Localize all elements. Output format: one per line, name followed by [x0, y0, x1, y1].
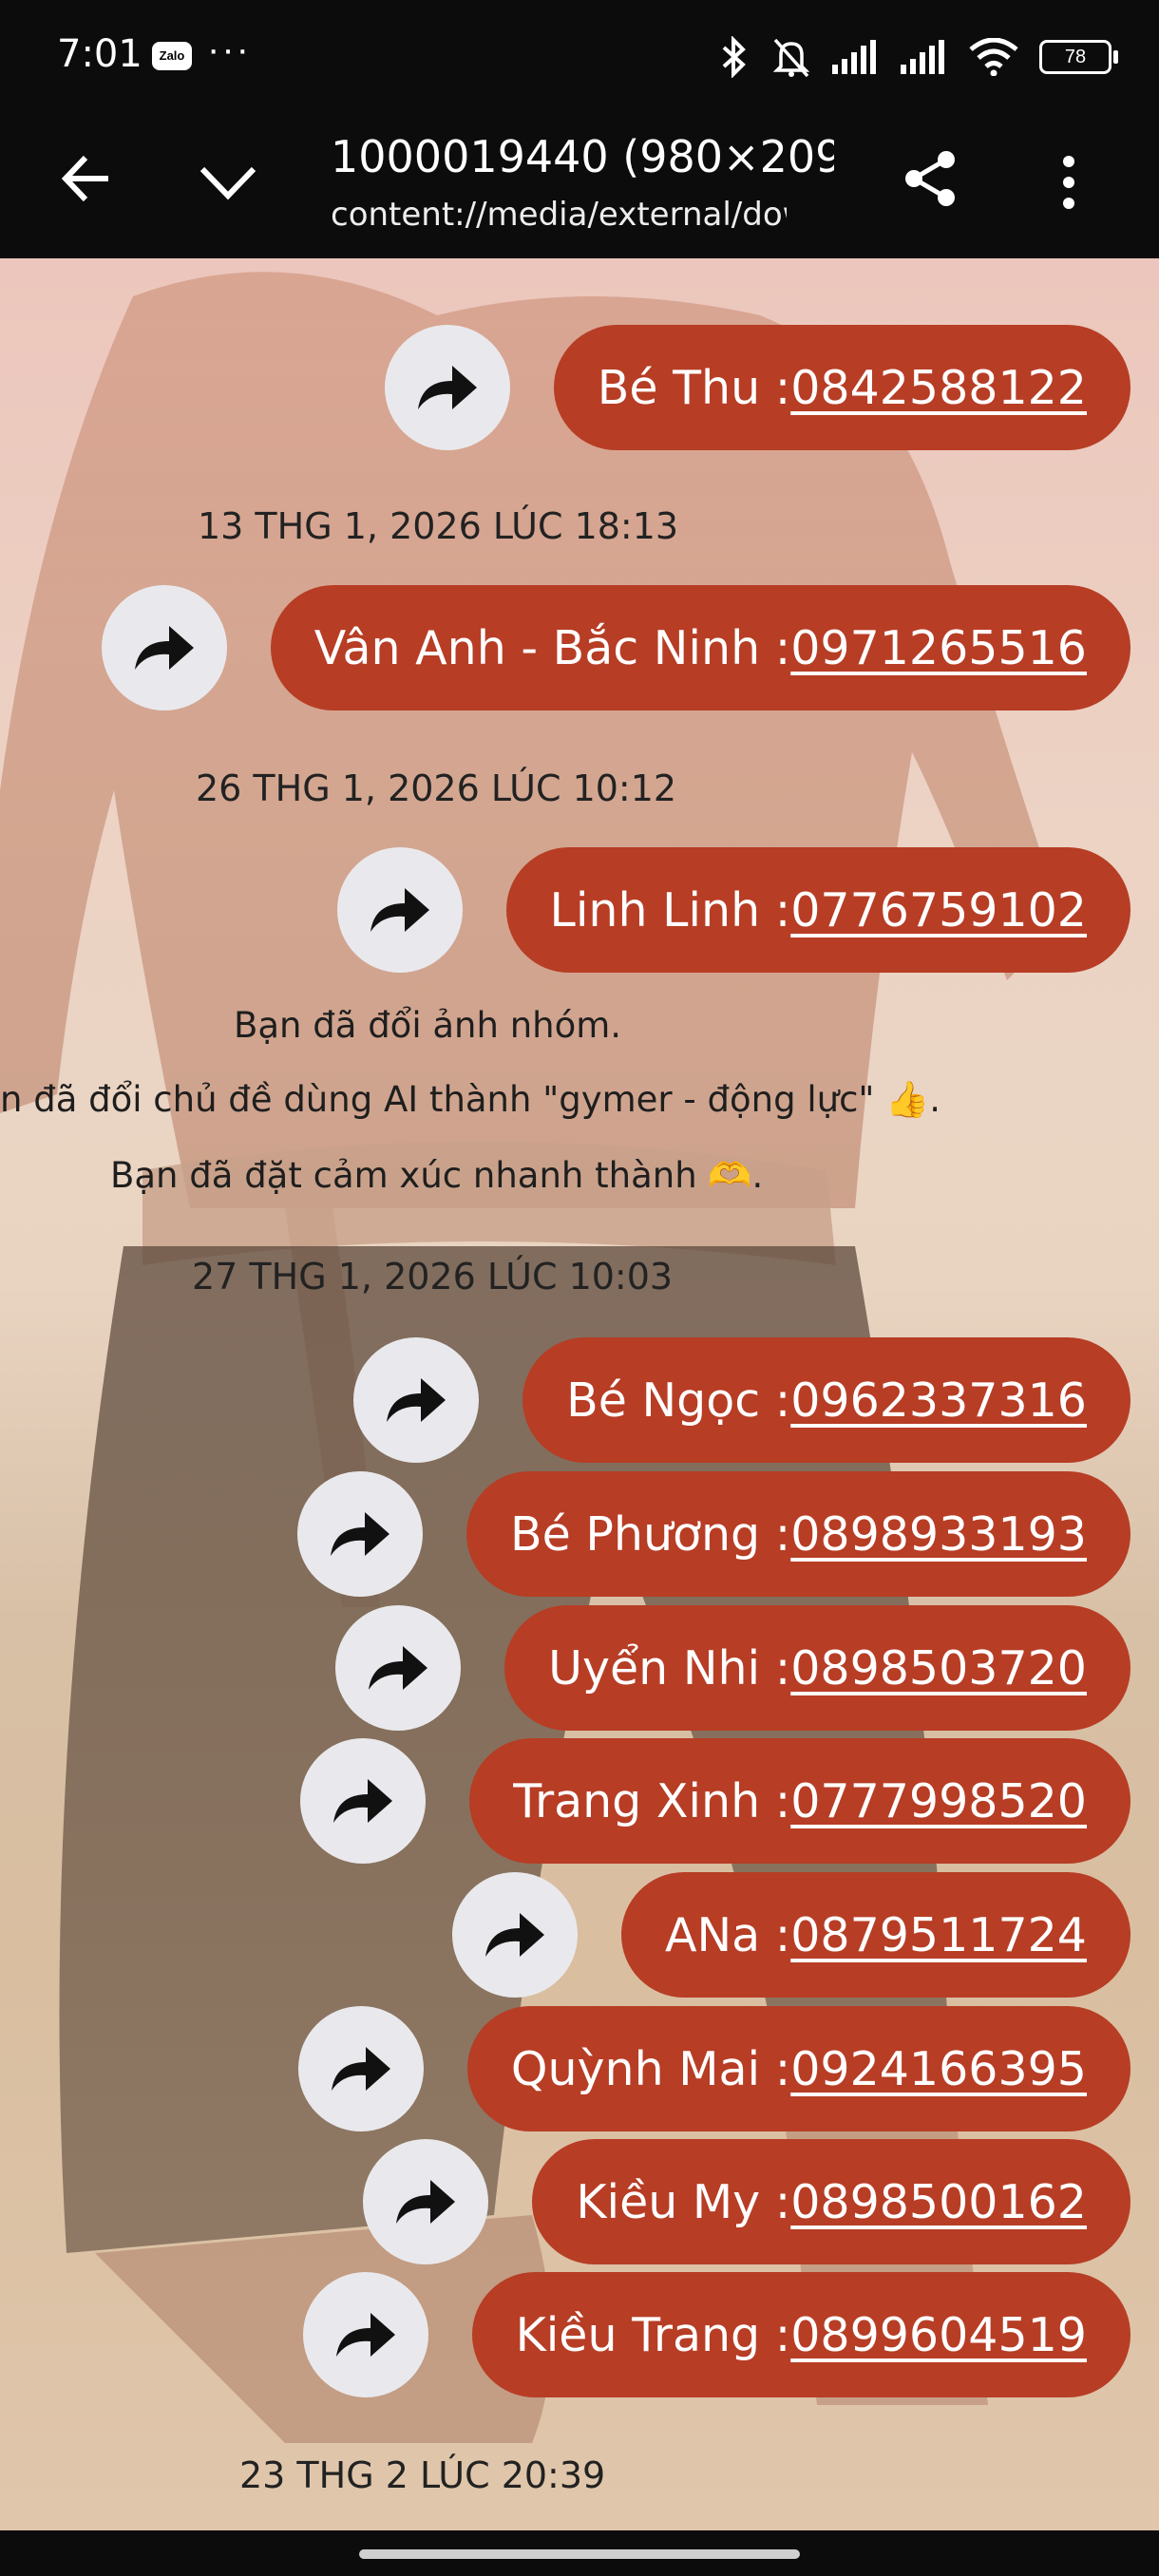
forward-arrow-icon [484, 1913, 544, 1957]
message-bubble[interactable]: Uyển Nhi : 0898503720 [504, 1605, 1130, 1731]
phone-link[interactable]: 0777998520 [790, 1774, 1087, 1828]
signal-icon [901, 40, 944, 74]
date-separator: 26 THG 1, 2026 LÚC 10:12 [196, 767, 677, 809]
contact-name: Vân Anh - Bắc Ninh : [314, 620, 791, 675]
system-message: n đã đổi chủ đề dùng AI thành "gymer - đ… [0, 1079, 941, 1120]
message-row: Quỳnh Mai : 0924166395 [297, 2006, 1130, 2131]
forward-arrow-icon [333, 1779, 393, 1823]
forward-button[interactable] [363, 2139, 489, 2264]
forward-button[interactable] [451, 1872, 578, 1998]
forward-arrow-icon [396, 2180, 456, 2224]
system-message: Bạn đã đặt cảm xúc nhanh thành 🫶. [110, 1155, 764, 1196]
contact-name: Quỳnh Mai : [510, 2041, 791, 2096]
phone-link[interactable]: 0962337316 [790, 1373, 1087, 1428]
status-bar: 7:01 Zalo ··· 78 [0, 0, 1159, 116]
bluetooth-icon [722, 36, 746, 78]
message-bubble[interactable]: Trang Xinh : 0777998520 [469, 1738, 1130, 1864]
navigation-bar [0, 2530, 1159, 2576]
contact-name: Linh Linh : [549, 882, 791, 938]
date-separator: 27 THG 1, 2026 LÚC 10:03 [192, 1256, 674, 1297]
battery-icon: 78 [1039, 40, 1118, 74]
status-time: 7:01 [57, 32, 142, 76]
forward-arrow-icon [335, 2313, 395, 2357]
message-row: ANa : 0879511724 [451, 1872, 1130, 1998]
forward-button[interactable] [101, 585, 227, 710]
forward-arrow-icon [331, 2047, 390, 2091]
zalo-notification-icon: Zalo [152, 42, 192, 70]
message-bubble[interactable]: Kiều Trang : 0899604519 [471, 2272, 1130, 2397]
forward-arrow-icon [370, 888, 429, 932]
forward-arrow-icon [331, 1512, 390, 1556]
message-row: Kiều Trang : 0899604519 [302, 2272, 1130, 2397]
forward-button[interactable] [384, 325, 510, 450]
contact-name: Bé Phương : [510, 1506, 791, 1562]
forward-button[interactable] [297, 1471, 423, 1597]
image-viewer[interactable]: Bé Thu : 0842588122 13 THG 1, 2026 LÚC 1… [0, 258, 1159, 2530]
phone-link[interactable]: 0898500162 [790, 2175, 1087, 2229]
share-icon[interactable] [901, 148, 961, 209]
file-path: content://media/external/down [331, 196, 787, 234]
contact-name: Kiều Trang : [515, 2307, 791, 2362]
back-arrow-icon[interactable] [59, 150, 116, 207]
message-row: Trang Xinh : 0777998520 [300, 1738, 1130, 1864]
message-bubble[interactable]: Bé Thu : 0842588122 [553, 325, 1130, 450]
chevron-down-icon[interactable] [195, 154, 261, 211]
contact-name: Trang Xinh : [513, 1773, 791, 1828]
message-row: Bé Phương : 0898933193 [297, 1471, 1130, 1597]
phone-link[interactable]: 0898933193 [790, 1507, 1087, 1562]
app-bar: 1000019440 (980×209... content://media/e… [0, 116, 1159, 258]
message-bubble[interactable]: Vân Anh - Bắc Ninh :0971265516 [270, 585, 1130, 710]
forward-button[interactable] [353, 1337, 480, 1463]
forward-button[interactable] [297, 2006, 424, 2131]
forward-arrow-icon [387, 1378, 446, 1422]
message-row: Bé Thu : 0842588122 [384, 325, 1130, 450]
phone-link[interactable]: 0776759102 [790, 883, 1087, 938]
contact-name: ANa : [664, 1907, 791, 1962]
phone-link[interactable]: 0879511724 [790, 1908, 1087, 1962]
bell-off-icon [772, 38, 810, 78]
message-bubble[interactable]: Quỳnh Mai : 0924166395 [466, 2006, 1130, 2131]
contact-name: Bé Ngọc : [566, 1373, 791, 1428]
message-row: Linh Linh : 0776759102 [336, 847, 1130, 973]
home-gesture-handle[interactable] [359, 2549, 800, 2559]
date-separator: 13 THG 1, 2026 LÚC 18:13 [198, 505, 679, 547]
contact-name: Kiều My : [576, 2174, 791, 2229]
forward-arrow-icon [417, 366, 477, 409]
forward-button[interactable] [336, 847, 463, 973]
contact-name: Uyển Nhi : [548, 1640, 791, 1695]
forward-arrow-icon [369, 1646, 428, 1690]
more-notifications-icon: ··· [207, 28, 251, 70]
file-title: 1000019440 (980×209... [331, 131, 834, 182]
date-separator: 23 THG 2 LÚC 20:39 [239, 2454, 606, 2496]
phone-link[interactable]: 0899604519 [790, 2308, 1087, 2362]
forward-button[interactable] [335, 1605, 462, 1731]
message-bubble[interactable]: Linh Linh : 0776759102 [505, 847, 1130, 973]
message-row: Uyển Nhi : 0898503720 [335, 1605, 1130, 1731]
phone-link[interactable]: 0971265516 [790, 621, 1087, 675]
message-row: Vân Anh - Bắc Ninh :0971265516 [101, 585, 1130, 710]
message-row: Bé Ngọc : 0962337316 [353, 1337, 1130, 1463]
forward-button[interactable] [302, 2272, 428, 2397]
wifi-icon [969, 38, 1018, 76]
more-vert-icon[interactable] [1050, 154, 1088, 211]
message-row: Kiều My : 0898500162 [363, 2139, 1130, 2264]
system-message: Bạn đã đổi ảnh nhóm. [234, 1005, 622, 1046]
message-bubble[interactable]: Bé Ngọc : 0962337316 [522, 1337, 1130, 1463]
phone-link[interactable]: 0898503720 [790, 1641, 1087, 1695]
forward-arrow-icon [134, 626, 194, 670]
message-bubble[interactable]: Kiều My : 0898500162 [532, 2139, 1130, 2264]
message-bubble[interactable]: ANa : 0879511724 [620, 1872, 1130, 1998]
forward-button[interactable] [300, 1738, 427, 1864]
phone-link[interactable]: 0924166395 [790, 2042, 1087, 2096]
contact-name: Bé Thu : [597, 360, 791, 415]
message-bubble[interactable]: Bé Phương : 0898933193 [466, 1471, 1130, 1597]
signal-icon [832, 40, 876, 74]
phone-link[interactable]: 0842588122 [790, 361, 1087, 415]
